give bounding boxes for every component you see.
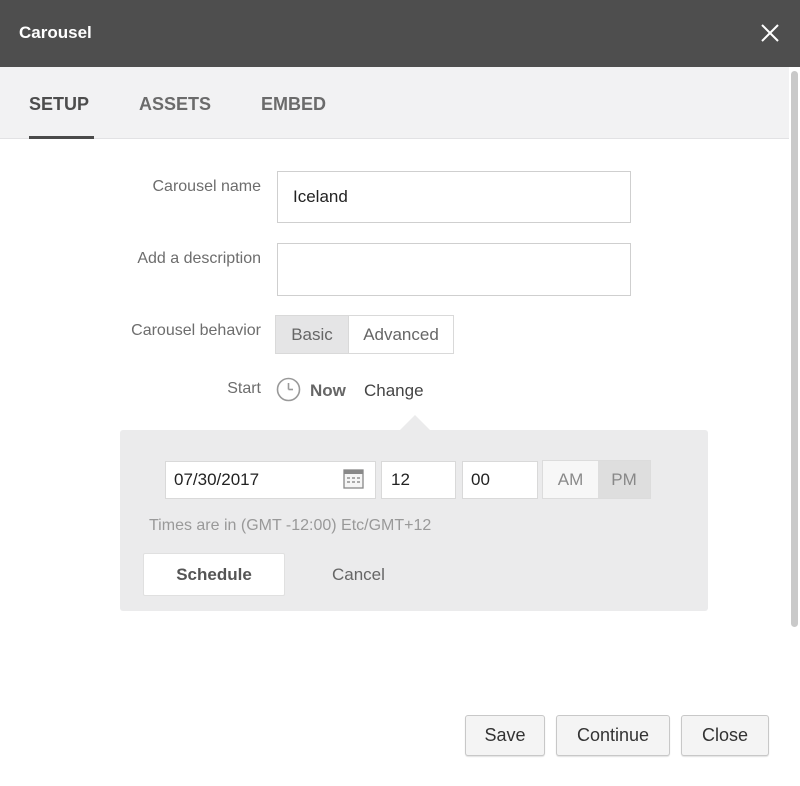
schedule-button[interactable]: Schedule [143,553,285,596]
dialog-titlebar: Carousel [0,0,800,67]
start-label: Start [227,380,261,397]
start-change-link[interactable]: Change [364,381,424,401]
carousel-name-label: Carousel name [152,178,262,195]
popover-caret [399,415,431,431]
clock-icon [276,377,301,402]
behavior-basic-option[interactable]: Basic [276,316,348,353]
scrollbar-thumb[interactable] [791,71,798,627]
close-button[interactable]: Close [681,715,769,756]
am-option[interactable]: AM [543,461,598,498]
description-label: Add a description [137,250,261,267]
carousel-name-input[interactable]: Iceland [277,171,631,223]
description-input[interactable] [277,243,631,296]
meridiem-toggle: AM PM [542,460,651,499]
continue-button[interactable]: Continue [556,715,670,756]
close-icon[interactable] [756,19,784,47]
tab-setup[interactable]: SETUP [29,94,89,115]
tab-assets[interactable]: ASSETS [139,94,211,115]
behavior-toggle: Basic Advanced [275,315,454,354]
schedule-minute-input[interactable]: 00 [462,461,538,499]
behavior-advanced-option[interactable]: Advanced [348,316,453,353]
start-now-value: Now [310,381,346,400]
save-button[interactable]: Save [465,715,545,756]
schedule-cancel-button[interactable]: Cancel [332,565,385,585]
active-tab-indicator [29,136,94,139]
dialog-title: Carousel [19,23,92,42]
tab-embed[interactable]: EMBED [261,94,326,115]
carousel-behavior-label: Carousel behavior [131,322,261,339]
pm-option[interactable]: PM [598,461,650,498]
timezone-note: Times are in (GMT -12:00) Etc/GMT+12 [149,517,432,534]
tab-bar: SETUP ASSETS EMBED [0,67,800,139]
calendar-icon[interactable] [343,468,364,489]
schedule-hour-input[interactable]: 12 [381,461,456,499]
